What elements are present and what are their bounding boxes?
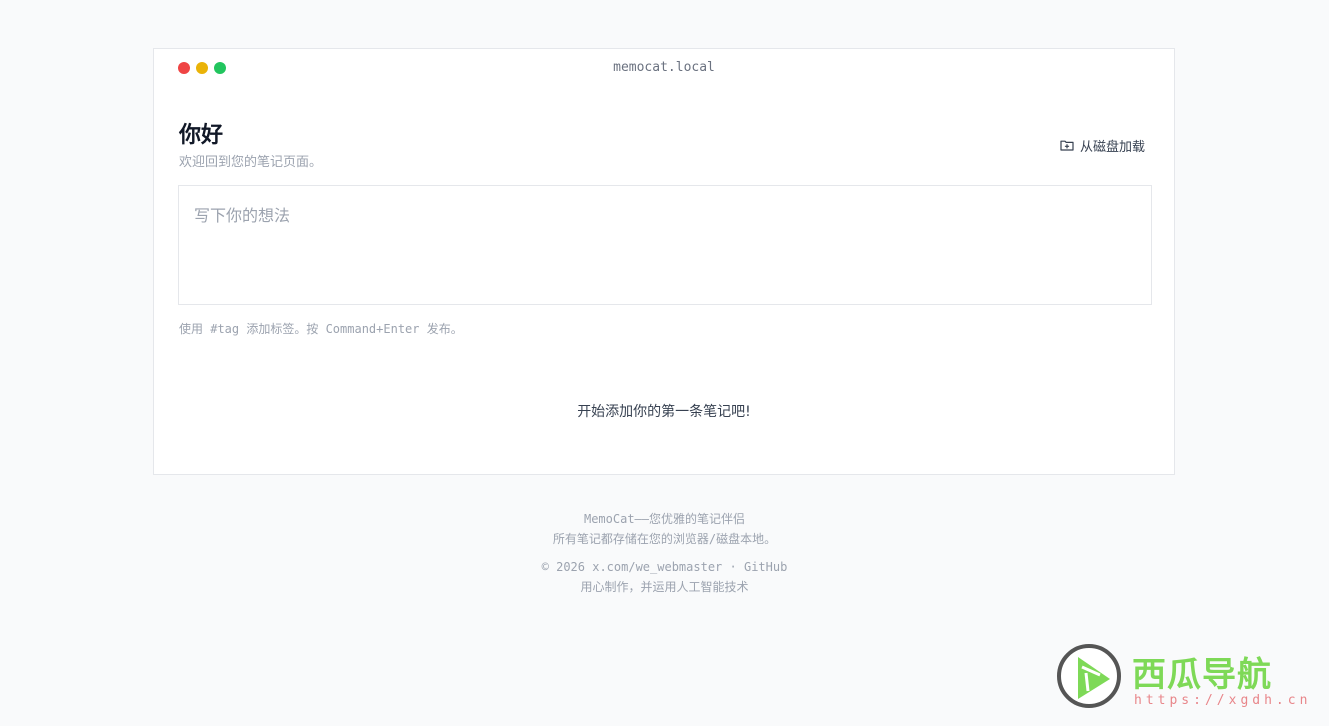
editor-hint: 使用 #tag 添加标签。按 Command+Enter 发布。 xyxy=(179,322,463,336)
page-subtitle: 欢迎回到您的笔记页面。 xyxy=(179,155,323,170)
title-bar: memocat.local xyxy=(154,49,1174,87)
footer-tagline: MemoCat——您优雅的笔记伴侣 xyxy=(583,512,746,526)
page-title: 你好 xyxy=(179,122,224,148)
watermark: 西瓜导航 https://xgdh.cn xyxy=(1056,643,1316,713)
note-editor xyxy=(178,185,1152,305)
footer-storage-note: 所有笔记都存储在您的浏览器/磁盘本地。 xyxy=(552,532,777,546)
folder-plus-icon xyxy=(1060,139,1074,151)
footer-separator: · xyxy=(729,560,737,574)
window-title: memocat.local xyxy=(613,60,715,75)
app-window: memocat.local 你好 欢迎回到您的笔记页面。 从磁盘加载 使用 #t… xyxy=(153,48,1175,475)
load-from-disk-label: 从磁盘加载 xyxy=(1080,139,1146,155)
footer-copyright-line: © 2026 x.com/we_webmaster · GitHub xyxy=(0,557,1329,577)
watermark-name: 西瓜导航 xyxy=(1132,655,1272,695)
watermelon-logo-icon xyxy=(1056,643,1122,709)
empty-state-message: 开始添加你的第一条笔记吧! xyxy=(577,404,751,420)
author-link[interactable]: x.com/we_webmaster xyxy=(592,560,722,574)
watermark-url: https://xgdh.cn xyxy=(1134,693,1312,708)
footer: MemoCat——您优雅的笔记伴侣 所有笔记都存储在您的浏览器/磁盘本地。 © … xyxy=(0,509,1329,597)
note-input[interactable] xyxy=(179,186,1151,304)
footer-made-with: 用心制作，并运用人工智能技术 xyxy=(580,580,749,594)
github-link[interactable]: GitHub xyxy=(744,560,787,574)
load-from-disk-button[interactable]: 从磁盘加载 xyxy=(1060,135,1145,155)
copyright-text: © 2026 xyxy=(541,560,585,574)
